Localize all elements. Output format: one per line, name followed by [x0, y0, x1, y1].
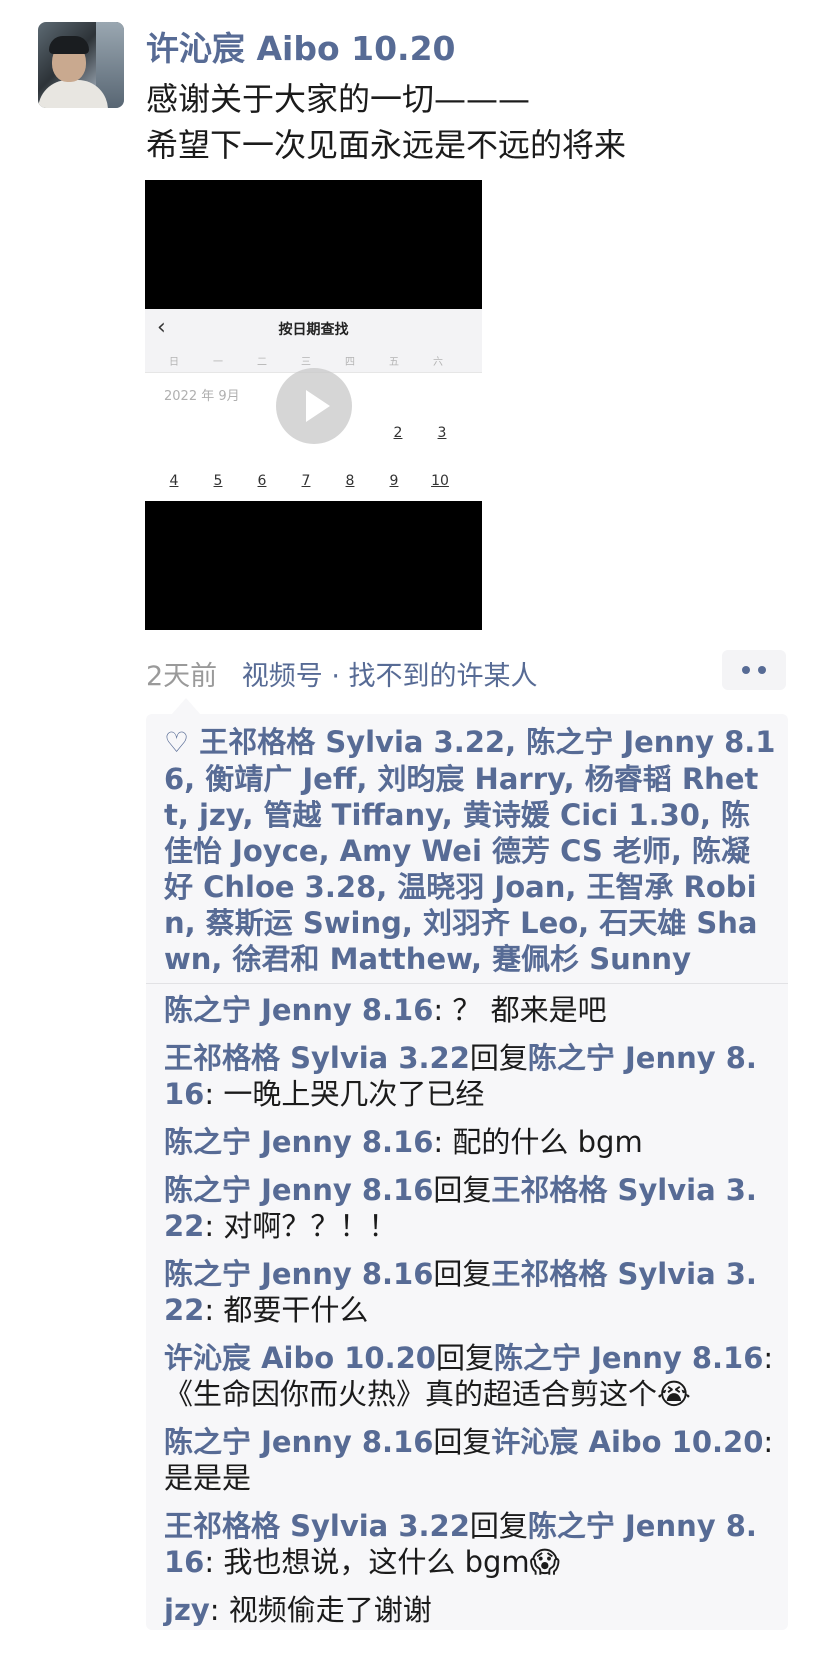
comment-separator: : — [204, 1077, 224, 1111]
weekday-label: 日 — [169, 357, 179, 368]
comment-separator: : — [763, 1341, 774, 1375]
comment-separator: : — [204, 1545, 224, 1579]
comment-item[interactable]: 王祁格格 Sylvia 3.22回复陈之宁 Jenny 8.16: 我也想说，这… — [164, 1508, 776, 1580]
comment-item[interactable]: 陈之宁 Jenny 8.16回复王祁格格 Sylvia 3.22: 都要干什么 — [164, 1256, 776, 1328]
weekday-label: 四 — [345, 357, 355, 368]
weekday-label: 二 — [257, 357, 267, 368]
post-meta: 2天前 视频号 · 找不到的许某人 — [146, 654, 538, 693]
post-text-line-1: 感谢关于大家的一切——— — [146, 80, 531, 118]
comment-item[interactable]: 许沁宸 Aibo 10.20回复陈之宁 Jenny 8.16: 《生命因你而火热… — [164, 1340, 776, 1412]
comment-text: 对啊？？！！ — [223, 1209, 398, 1243]
weekday-label: 三 — [301, 357, 311, 368]
comment-text: ？ 都来是吧 — [452, 993, 607, 1027]
reply-word: 回复 — [436, 1341, 495, 1375]
commenter-name[interactable]: 陈之宁 Jenny 8.16 — [164, 1425, 433, 1459]
comment-separator: : — [209, 1593, 229, 1627]
calendar-day: 5 — [213, 473, 223, 489]
author-avatar[interactable] — [38, 22, 124, 108]
interaction-panel: ♡ 王祁格格 Sylvia 3.22, 陈之宁 Jenny 8.16, 衡靖广 … — [146, 698, 788, 1630]
commenter-name[interactable]: 陈之宁 Jenny 8.16 — [164, 1173, 433, 1207]
commenter-name[interactable]: 陈之宁 Jenny 8.16 — [164, 1257, 433, 1291]
screenshot-header: ‹ 按日期查找 — [145, 309, 482, 349]
comment-item[interactable]: 陈之宁 Jenny 8.16回复王祁格格 Sylvia 3.22: 对啊？？！！ — [164, 1172, 776, 1244]
liker-names[interactable]: 王祁格格 Sylvia 3.22, 陈之宁 Jenny 8.16, 衡靖广 Je… — [164, 725, 775, 976]
post-text: 感谢关于大家的一切——— 希望下一次见面永远是不远的将来 — [146, 76, 806, 168]
comment-separator: : — [433, 1125, 453, 1159]
comment-text: 《生命因你而火热》真的超适合剪这个😭 — [164, 1377, 691, 1411]
weekday-label: 一 — [213, 357, 223, 368]
heart-icon: ♡ — [164, 726, 190, 759]
author-name[interactable]: 许沁宸 Aibo 10.20 — [146, 22, 456, 70]
calendar-day: 9 — [389, 473, 399, 489]
avatar-hat — [49, 36, 89, 54]
reply-to-name[interactable]: 陈之宁 Jenny 8.16 — [494, 1341, 763, 1375]
comment-item[interactable]: jzy: 视频偷走了谢谢 — [164, 1592, 776, 1628]
commenter-name[interactable]: 王祁格格 Sylvia 3.22 — [164, 1041, 470, 1075]
comment-item[interactable]: 王祁格格 Sylvia 3.22回复陈之宁 Jenny 8.16: 一晚上哭几次… — [164, 1040, 776, 1112]
comment-separator: : — [204, 1293, 224, 1327]
commenter-name[interactable]: jzy — [164, 1593, 210, 1627]
calendar-day: 3 — [437, 425, 447, 441]
comment-separator: : — [204, 1209, 224, 1243]
post-time: 2天前 — [146, 661, 218, 692]
comment-text: 我也想说，这什么 bgm😱 — [223, 1545, 560, 1579]
comment-text: 视频偷走了谢谢 — [228, 1593, 432, 1627]
likes-comments-divider — [146, 983, 788, 984]
month-label: 2022 年 9月 — [164, 389, 240, 404]
weekday-label: 五 — [389, 357, 399, 368]
reply-word: 回复 — [433, 1425, 492, 1459]
reply-word: 回复 — [469, 1041, 528, 1075]
calendar-day: 7 — [301, 473, 311, 489]
commenter-name[interactable]: 陈之宁 Jenny 8.16 — [164, 993, 433, 1027]
channel-link[interactable]: 视频号 · 找不到的许某人 — [242, 661, 538, 692]
reply-word: 回复 — [433, 1173, 492, 1207]
comment-text: 一晚上哭几次了已经 — [223, 1077, 485, 1111]
comment-item[interactable]: 陈之宁 Jenny 8.16回复许沁宸 Aibo 10.20: 是是是 — [164, 1424, 776, 1496]
commenter-name[interactable]: 王祁格格 Sylvia 3.22 — [164, 1509, 470, 1543]
comment-item[interactable]: 陈之宁 Jenny 8.16: 配的什么 bgm — [164, 1124, 776, 1160]
post-text-line-2: 希望下一次见面永远是不远的将来 — [146, 126, 627, 164]
comment-text: 都要干什么 — [223, 1293, 369, 1327]
more-options-button[interactable] — [722, 650, 786, 690]
calendar-day: 8 — [345, 473, 355, 489]
comment-item[interactable]: 陈之宁 Jenny 8.16: ？ 都来是吧 — [164, 992, 776, 1028]
reply-word: 回复 — [433, 1257, 492, 1291]
comments-list: 陈之宁 Jenny 8.16: ？ 都来是吧 王祁格格 Sylvia 3.22回… — [164, 992, 776, 1640]
calendar-day: 2 — [393, 425, 403, 441]
weekday-label: 六 — [433, 357, 443, 368]
comment-text: 是是是 — [164, 1461, 252, 1495]
likes-list: ♡ 王祁格格 Sylvia 3.22, 陈之宁 Jenny 8.16, 衡靖广 … — [164, 724, 776, 977]
reply-word: 回复 — [469, 1509, 528, 1543]
commenter-name[interactable]: 许沁宸 Aibo 10.20 — [164, 1341, 436, 1375]
comment-separator: : — [433, 993, 453, 1027]
calendar-day: 10 — [431, 473, 449, 489]
play-icon[interactable] — [276, 368, 352, 444]
reply-to-name[interactable]: 许沁宸 Aibo 10.20 — [491, 1425, 763, 1459]
calendar-day: 4 — [169, 473, 179, 489]
comment-text: 配的什么 bgm — [452, 1125, 643, 1159]
screenshot-title: 按日期查找 — [278, 322, 349, 338]
calendar-day: 6 — [257, 473, 267, 489]
video-thumbnail[interactable]: ‹ 按日期查找 日 一 二 三 四 五 六 2022 年 9月 2 3 4 5 … — [145, 180, 482, 630]
comment-separator: : — [763, 1425, 774, 1459]
commenter-name[interactable]: 陈之宁 Jenny 8.16 — [164, 1125, 433, 1159]
